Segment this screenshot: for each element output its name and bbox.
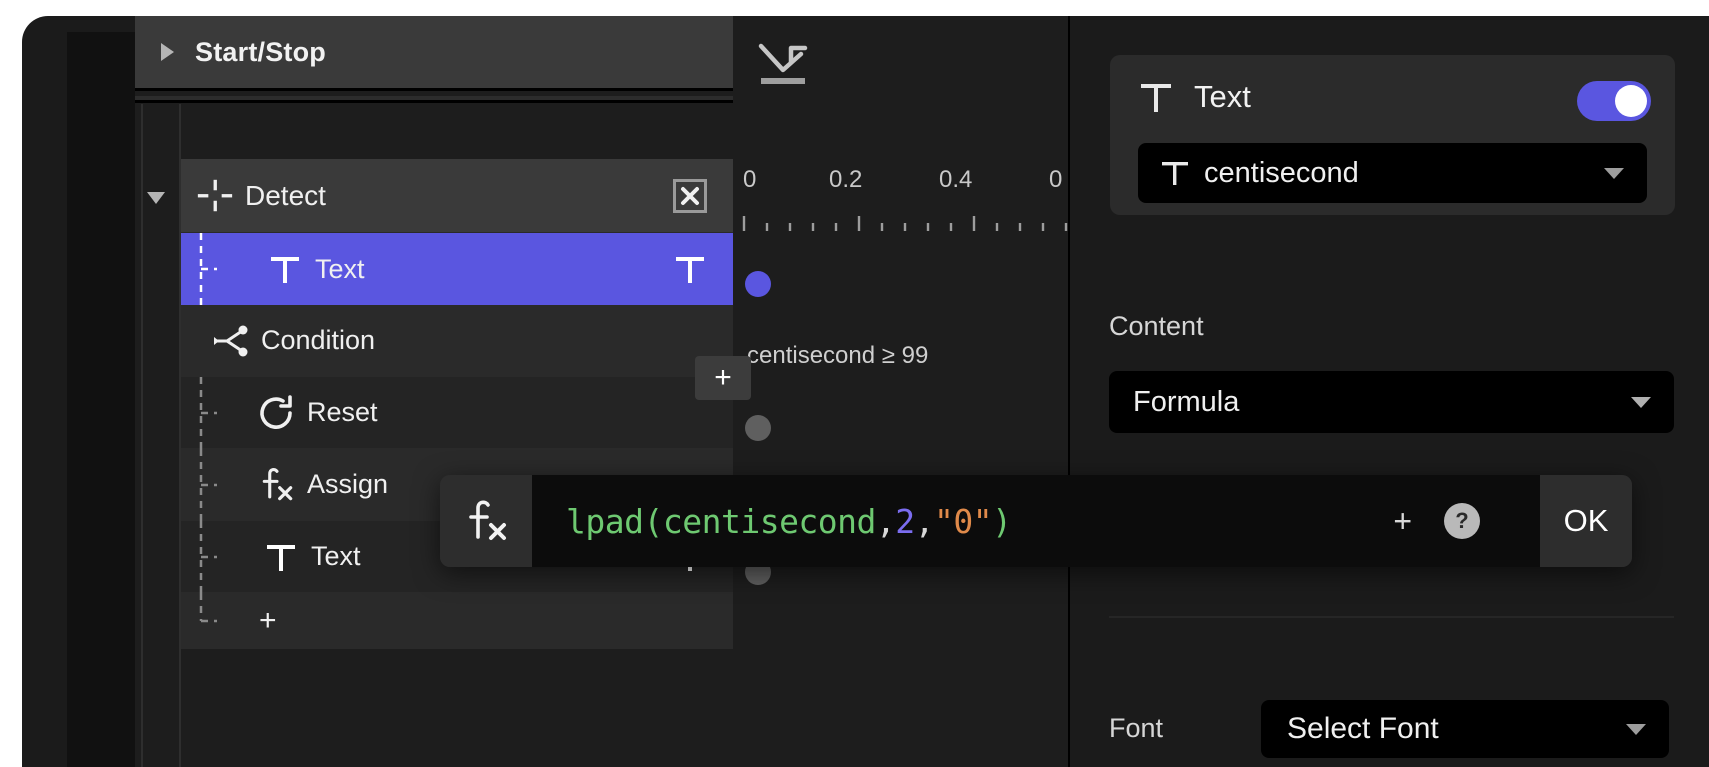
content-label: Content [1109, 311, 1204, 342]
inspector-card-header: Text [1138, 79, 1251, 115]
ruler-tick-label: 0 [743, 166, 756, 194]
ruler-tick-label: 0 [1049, 166, 1062, 194]
font-label: Font [1109, 713, 1163, 744]
condition-expression: centisecond ≥ 99 [747, 342, 928, 370]
inspector-card-title: Text [1194, 79, 1251, 115]
tree-row-label: Detect [245, 180, 326, 212]
timeline-right-divider [1068, 16, 1070, 767]
tree-row-label: + [259, 604, 277, 638]
tree-row-text-selected[interactable]: Text [181, 233, 733, 305]
add-action-button[interactable]: + [695, 356, 751, 400]
chevron-down-icon[interactable] [1625, 721, 1647, 737]
tree-guideline [181, 521, 237, 592]
formula-input[interactable]: lpad(centisecond,2,"0") + ? [532, 475, 1540, 567]
keyframe-dot[interactable] [745, 415, 771, 441]
ruler-tick-labels: 0 0.2 0.4 0 [733, 166, 1069, 202]
formula-ok-button[interactable]: OK [1540, 475, 1632, 567]
condition-icon [211, 324, 251, 358]
toggle-knob [1615, 85, 1647, 117]
formula-editor-popup: lpad(centisecond,2,"0") + ? OK [440, 475, 1632, 567]
timeline-row-text[interactable] [733, 248, 1069, 320]
text-t-icon [1138, 79, 1174, 115]
screenshot-root: Start/Stop [0, 0, 1709, 767]
tree-row-label: Text [311, 541, 361, 572]
enable-toggle[interactable] [1577, 81, 1651, 121]
tree-row-label: Reset [307, 397, 378, 428]
inspector-divider [1109, 616, 1674, 618]
font-select-value: Select Font [1287, 712, 1439, 746]
left-gutter-panel [67, 32, 135, 767]
timeline-row-reset[interactable] [733, 392, 1069, 464]
header-divider [135, 88, 733, 91]
tree-top-spacer [181, 104, 733, 159]
ruler-tick-label: 0.4 [939, 166, 972, 194]
formula-code: lpad(centisecond,2,"0") [566, 502, 1012, 541]
formula-arg1: centisecond [663, 502, 876, 541]
tree-guideline [181, 377, 237, 448]
ruler-tick-label: 0.2 [829, 166, 862, 194]
formula-close: ) [992, 502, 1011, 541]
text-t-icon[interactable] [673, 252, 707, 286]
tree-guideline [181, 449, 237, 520]
inspector-card: Text centisecond [1110, 55, 1675, 215]
target-select[interactable]: centisecond [1138, 143, 1647, 203]
tree-guideline [181, 233, 237, 305]
text-t-icon [261, 540, 301, 574]
header-divider-3 [135, 100, 733, 103]
font-select[interactable]: Select Font [1261, 700, 1669, 758]
chevron-down-icon[interactable] [1630, 394, 1652, 410]
formula-open: ( [643, 502, 662, 541]
formula-comma2: , [915, 502, 934, 541]
tree-items: Detect [181, 104, 733, 767]
inspector-panel: Text centisecond [1071, 16, 1709, 767]
tree-group-title: Start/Stop [195, 37, 326, 68]
content-select-value: Formula [1133, 386, 1239, 419]
layer-tree-panel: Start/Stop [135, 16, 733, 767]
keyframe-dot-active[interactable] [745, 271, 771, 297]
tree-row-detect[interactable]: Detect [181, 159, 733, 233]
tree-group-header[interactable]: Start/Stop [135, 16, 733, 88]
tree-row-label: Condition [261, 325, 375, 356]
formula-fn: lpad [566, 502, 643, 541]
formula-arg3: "0" [934, 502, 992, 541]
caret-down-icon[interactable] [143, 184, 169, 210]
tree-row-add[interactable]: + [181, 593, 733, 649]
assign-fx-icon [257, 464, 297, 506]
app-window: Start/Stop [22, 16, 1709, 767]
chevron-down-icon[interactable] [1603, 165, 1625, 181]
timeline-row-condition[interactable]: centisecond ≥ 99 [733, 320, 1069, 392]
detect-icon [195, 175, 235, 217]
collapse-to-baseline-icon[interactable] [753, 38, 815, 94]
target-select-value: centisecond [1204, 157, 1359, 190]
tree-guideline-end [181, 593, 237, 648]
text-t-icon [1160, 158, 1190, 188]
ruler-ticks [741, 214, 1071, 234]
tree-row-label: Text [315, 254, 365, 285]
timeline-ruler: 0 0.2 0.4 0 [733, 166, 1069, 246]
tree-row-label: Assign [307, 469, 388, 500]
caret-right-icon[interactable] [157, 41, 177, 63]
content-select[interactable]: Formula [1109, 371, 1674, 433]
formula-help-button[interactable]: ? [1444, 503, 1480, 539]
tree-row-condition[interactable]: Condition [181, 305, 733, 377]
timeline-toolbar [733, 16, 1069, 104]
formula-comma1: , [876, 502, 895, 541]
fx-icon [440, 475, 532, 567]
timeline-panel: 0 0.2 0.4 0 [733, 16, 1069, 767]
tree-row-reset[interactable]: Reset [181, 377, 733, 449]
formula-arg2: 2 [895, 502, 914, 541]
close-box-icon[interactable] [673, 179, 707, 213]
formula-add-button[interactable]: + [1393, 505, 1412, 537]
text-t-icon [265, 252, 305, 286]
reset-icon [257, 393, 297, 433]
